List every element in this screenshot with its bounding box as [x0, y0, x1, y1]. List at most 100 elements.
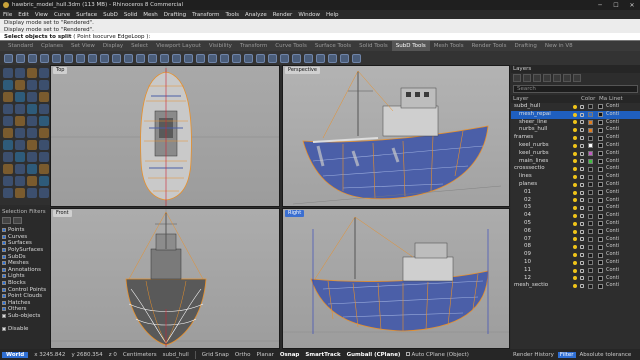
- tab-subd-tools[interactable]: SubD Tools: [391, 41, 430, 51]
- tool-icon[interactable]: [136, 53, 145, 63]
- new-layer-icon[interactable]: [513, 74, 521, 82]
- layer-linetype[interactable]: Conti: [606, 212, 619, 220]
- material-swatch[interactable]: [598, 151, 603, 157]
- tool-icon[interactable]: [39, 116, 49, 126]
- tool-icon[interactable]: [3, 68, 13, 78]
- layer-column[interactable]: Layer: [511, 95, 581, 103]
- lightbulb-icon[interactable]: [573, 276, 577, 281]
- lightbulb-icon[interactable]: [573, 151, 577, 156]
- tools-icon[interactable]: [573, 74, 581, 82]
- material-swatch[interactable]: [598, 174, 603, 180]
- tool-icon[interactable]: [15, 116, 25, 126]
- lock-icon[interactable]: [580, 276, 584, 281]
- layer-row[interactable]: mesh_sectio Conti: [511, 282, 640, 290]
- lock-icon[interactable]: [580, 136, 584, 141]
- viewport-perspective[interactable]: Perspective: [282, 65, 510, 207]
- tool-icon[interactable]: [15, 68, 25, 78]
- tool-icon[interactable]: [3, 80, 13, 90]
- layer-row[interactable]: 03 Conti: [511, 204, 640, 212]
- tool-icon[interactable]: [256, 53, 265, 63]
- lock-icon[interactable]: [580, 120, 584, 125]
- checkbox-icon[interactable]: [2, 294, 6, 299]
- material-swatch[interactable]: [598, 252, 603, 258]
- menu-solid[interactable]: Solid: [124, 12, 137, 18]
- filter-icon[interactable]: [563, 74, 571, 82]
- layer-linetype[interactable]: Conti: [606, 142, 619, 150]
- tool-icon[interactable]: [27, 116, 37, 126]
- layer-search-input[interactable]: Search: [513, 85, 638, 93]
- tool-icon[interactable]: [15, 176, 25, 186]
- lightbulb-icon[interactable]: [573, 128, 577, 133]
- material-swatch[interactable]: [598, 236, 603, 242]
- menu-subd[interactable]: SubD: [103, 12, 118, 18]
- tab-render-tools[interactable]: Render Tools: [468, 41, 511, 51]
- layer-color-swatch[interactable]: [588, 205, 593, 211]
- layer-color-swatch[interactable]: [588, 283, 593, 289]
- filter-meshes[interactable]: Meshes: [2, 260, 48, 267]
- menu-tools[interactable]: Tools: [225, 12, 239, 18]
- tool-icon[interactable]: [220, 53, 229, 63]
- lightbulb-icon[interactable]: [573, 159, 577, 164]
- tool-icon[interactable]: [39, 68, 49, 78]
- tool-icon[interactable]: [208, 53, 217, 63]
- filter-surfaces[interactable]: Surfaces: [2, 240, 48, 247]
- layer-color-swatch[interactable]: [588, 260, 593, 266]
- lock-icon[interactable]: [580, 175, 584, 180]
- tool-icon[interactable]: [27, 188, 37, 198]
- tool-icon[interactable]: [27, 176, 37, 186]
- tool-icon[interactable]: [52, 53, 61, 63]
- tool-icon[interactable]: [172, 53, 181, 63]
- smarttrack-toggle[interactable]: SmartTrack: [305, 352, 340, 358]
- layer-linetype[interactable]: Conti: [606, 103, 619, 111]
- layer-row[interactable]: 08 Conti: [511, 243, 640, 251]
- checkbox-icon[interactable]: [2, 307, 6, 312]
- material-swatch[interactable]: [598, 275, 603, 281]
- layer-color-swatch[interactable]: [588, 229, 593, 235]
- layer-linetype[interactable]: Conti: [606, 158, 619, 166]
- layer-linetype[interactable]: Conti: [606, 111, 619, 119]
- tool-icon[interactable]: [3, 128, 13, 138]
- layer-color-swatch[interactable]: [588, 166, 593, 172]
- checkbox-icon[interactable]: [2, 274, 6, 279]
- layer-linetype[interactable]: Conti: [606, 236, 619, 244]
- tab-visibility[interactable]: Visibility: [205, 41, 236, 51]
- tool-icon[interactable]: [27, 128, 37, 138]
- layer-row[interactable]: main_lines Conti: [511, 158, 640, 166]
- tool-icon[interactable]: [39, 92, 49, 102]
- units-label[interactable]: Centimeters: [123, 352, 157, 358]
- lock-icon[interactable]: [580, 104, 584, 109]
- lock-icon[interactable]: [580, 237, 584, 242]
- lightbulb-icon[interactable]: [573, 229, 577, 234]
- lock-icon[interactable]: [580, 229, 584, 234]
- checkbox-icon[interactable]: [2, 234, 6, 239]
- tool-icon[interactable]: [196, 53, 205, 63]
- viewport-label-perspective[interactable]: Perspective: [285, 67, 320, 74]
- layer-color-swatch[interactable]: [588, 135, 593, 141]
- filter-control-points[interactable]: Control Points: [2, 286, 48, 293]
- layer-row[interactable]: mesh_repai Conti: [511, 110, 640, 119]
- checkbox-icon[interactable]: [2, 314, 6, 319]
- layer-color-swatch[interactable]: [588, 244, 593, 250]
- viewport-label-top[interactable]: Top: [53, 67, 68, 74]
- checkbox-icon[interactable]: [2, 261, 6, 266]
- filter-polysurfaces[interactable]: PolySurfaces: [2, 247, 48, 254]
- lightbulb-icon[interactable]: [573, 214, 577, 219]
- tool-icon[interactable]: [15, 164, 25, 174]
- osnap-toggle[interactable]: Osnap: [280, 352, 300, 358]
- tool-icon[interactable]: [292, 53, 301, 63]
- layer-row[interactable]: lines Conti: [511, 173, 640, 181]
- tool-icon[interactable]: [15, 140, 25, 150]
- tool-icon[interactable]: [244, 53, 253, 63]
- lightbulb-icon[interactable]: [573, 143, 577, 148]
- filter-blocks[interactable]: Blocks: [2, 280, 48, 287]
- viewport-top[interactable]: Top: [50, 65, 280, 207]
- layer-linetype[interactable]: Conti: [606, 251, 619, 259]
- tab-standard[interactable]: Standard: [4, 41, 37, 51]
- planar-toggle[interactable]: Planar: [257, 352, 274, 358]
- lock-icon[interactable]: [580, 190, 584, 195]
- layer-color-swatch[interactable]: [588, 197, 593, 203]
- filter-mode-icon[interactable]: [2, 217, 11, 224]
- layer-row[interactable]: 11 Conti: [511, 267, 640, 275]
- layer-color-swatch[interactable]: [588, 158, 593, 164]
- lock-icon[interactable]: [580, 245, 584, 250]
